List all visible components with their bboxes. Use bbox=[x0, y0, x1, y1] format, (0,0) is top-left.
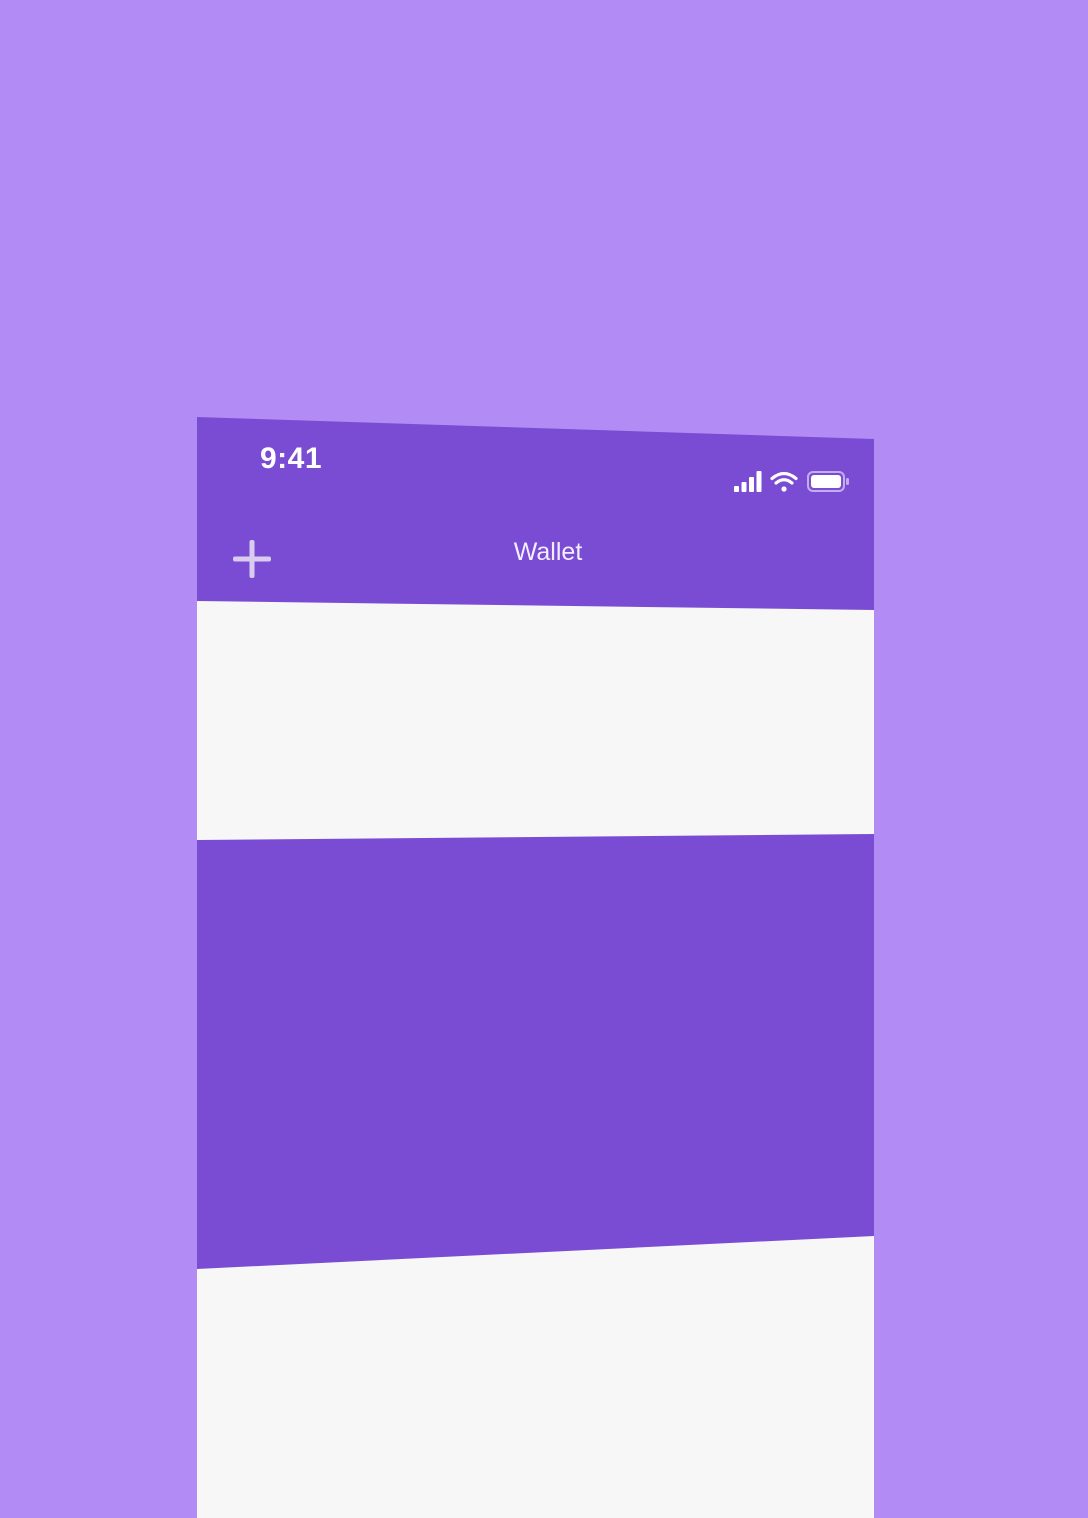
wallet-card-surface[interactable] bbox=[197, 834, 874, 1269]
cellular-signal-icon bbox=[734, 471, 762, 492]
page-title: Wallet bbox=[513, 538, 583, 566]
wifi-icon bbox=[770, 471, 798, 492]
phone-screen: 9:41 Wallet bbox=[197, 417, 874, 1518]
battery-icon bbox=[807, 471, 849, 492]
status-icons bbox=[734, 470, 850, 494]
status-time: 9:41 bbox=[260, 442, 323, 475]
